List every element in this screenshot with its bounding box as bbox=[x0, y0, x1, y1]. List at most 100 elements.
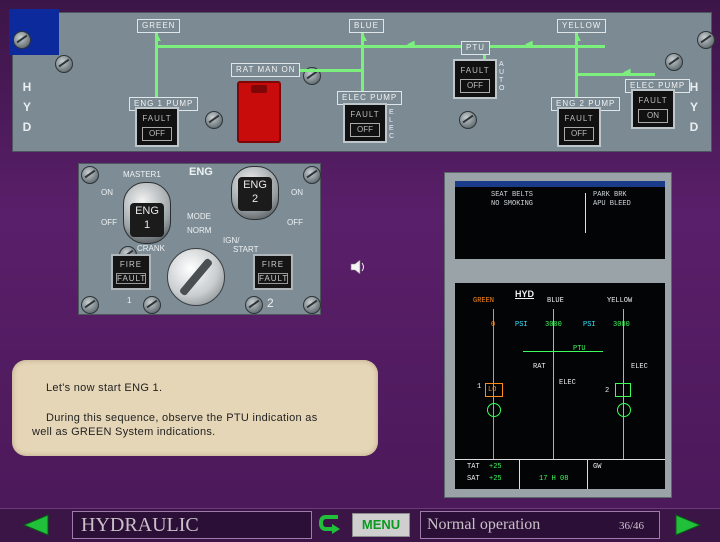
arrow-left-icon: ◀ bbox=[623, 67, 631, 78]
rat-man-on-guard-button[interactable] bbox=[237, 81, 281, 143]
return-arrow-icon bbox=[318, 515, 340, 534]
green-sys-name: GREEN bbox=[473, 297, 495, 305]
sat-label: SAT bbox=[467, 475, 480, 483]
speaker-icon[interactable] bbox=[350, 259, 366, 275]
arrow-up-icon: ▲ bbox=[153, 33, 163, 44]
next-page-button[interactable] bbox=[674, 513, 704, 537]
green-valve-icon bbox=[487, 403, 501, 417]
hyd-letter-h: H bbox=[22, 80, 32, 94]
knob-pointer bbox=[178, 257, 214, 297]
off-label: OFF bbox=[287, 218, 303, 227]
mode-label: MODE bbox=[187, 212, 211, 221]
ptu-button[interactable]: FAULT OFF bbox=[453, 59, 497, 99]
hyd-overhead-panel: H Y D H Y D ▲ ▲ ▲ ◀ ◀ ◀ ◀ GREEN BLUE YEL… bbox=[9, 9, 715, 152]
tat-value: +25 bbox=[489, 463, 502, 471]
blue-system-label: BLUE bbox=[349, 19, 384, 33]
status-divider bbox=[455, 459, 665, 460]
previous-page-button[interactable] bbox=[20, 513, 50, 537]
arrow-left-icon: ◀ bbox=[407, 39, 415, 50]
bottom-navigation-bar: HYDRAULIC MENU Normal operation 36/46 bbox=[0, 508, 720, 541]
fault-light: FAULT bbox=[116, 273, 147, 284]
on-label: ON bbox=[101, 188, 113, 197]
arrow-left-icon bbox=[22, 514, 49, 536]
rat-label: RAT bbox=[533, 363, 546, 371]
fault-light: FAULT bbox=[638, 96, 668, 105]
memo-apu-bleed: APU BLEED bbox=[593, 200, 631, 208]
time-value: 17 H 08 bbox=[539, 475, 569, 483]
off-light: OFF bbox=[460, 79, 490, 93]
upper-ecam-screen: SEAT BELTS NO SMOKING PARK BRK APU BLEED bbox=[455, 181, 665, 259]
elec-label: ELEC bbox=[389, 109, 395, 140]
eng2-pump-button[interactable]: FAULT OFF bbox=[557, 107, 601, 147]
eng2-number: 2 bbox=[267, 296, 274, 310]
blue-sys-name: BLUE bbox=[547, 297, 564, 305]
lower-ecam-screen: HYD GREEN BLUE YELLOW 0 PSI 3000 PSI 300… bbox=[455, 283, 665, 489]
elec-blue-label: ELEC bbox=[559, 379, 576, 387]
ptu-label: PTU bbox=[461, 41, 490, 55]
master2-switch-face: ENG 2 bbox=[238, 177, 272, 211]
arrow-right-icon bbox=[675, 514, 702, 536]
yellow-elec-line bbox=[575, 73, 655, 76]
menu-button[interactable]: MENU bbox=[352, 513, 410, 537]
status-divider bbox=[587, 459, 588, 489]
eng2-num: 2 bbox=[605, 387, 610, 395]
screen-glare bbox=[455, 181, 665, 187]
master1-switch[interactable]: ENG 1 bbox=[123, 182, 171, 244]
eng-master-panel: MASTER1 ENG ON OFF ON OFF ENG 1 ENG 2 MO… bbox=[78, 163, 321, 315]
auto-label: AUTO bbox=[499, 61, 505, 92]
screw-icon bbox=[245, 296, 263, 314]
screw-icon bbox=[81, 166, 99, 184]
eng1-label-line2: 1 bbox=[143, 219, 151, 231]
screw-icon bbox=[459, 111, 477, 129]
page-counter: 36/46 bbox=[619, 520, 645, 532]
on-light: ON bbox=[638, 109, 668, 123]
screw-icon bbox=[665, 53, 683, 71]
gw-label: GW bbox=[593, 463, 602, 471]
psi-unit: PSI bbox=[515, 321, 528, 329]
arrow-up-icon: ▲ bbox=[573, 33, 583, 44]
screw-icon bbox=[81, 296, 99, 314]
yellow-system-label: YELLOW bbox=[557, 19, 607, 33]
elec-pump-yellow-button[interactable]: FAULT ON bbox=[631, 89, 675, 129]
master1-switch-face: ENG 1 bbox=[130, 203, 164, 237]
fire-light: FIRE bbox=[261, 260, 285, 269]
mode-selector-knob[interactable] bbox=[167, 248, 225, 306]
memo-park-brk: PARK BRK bbox=[593, 191, 627, 199]
green-system-label: GREEN bbox=[137, 19, 181, 33]
master1-label: MASTER1 bbox=[123, 170, 161, 179]
ptu-label: PTU bbox=[573, 345, 586, 353]
instruction-text-box: Let's now start ENG 1. During this seque… bbox=[12, 360, 378, 456]
off-light: OFF bbox=[142, 127, 172, 141]
master2-switch[interactable]: ENG 2 bbox=[231, 166, 279, 220]
elec-yellow-label: ELEC bbox=[631, 363, 648, 371]
fault-light: FAULT bbox=[564, 114, 594, 123]
yellow-sys-name: YELLOW bbox=[607, 297, 633, 305]
screw-icon bbox=[303, 296, 321, 314]
elec-pump-blue-button[interactable]: FAULT OFF bbox=[343, 103, 387, 143]
hyd-letter-y: Y bbox=[689, 100, 698, 114]
screw-icon bbox=[205, 111, 223, 129]
yellow-pump-box bbox=[615, 383, 631, 397]
ign-label: IGN/ bbox=[223, 236, 240, 245]
screw-icon bbox=[55, 55, 73, 73]
arrow-left-icon: ◀ bbox=[525, 39, 533, 50]
rat-man-on-label: RAT MAN ON bbox=[231, 63, 301, 77]
yellow-psi-value: 3000 bbox=[613, 321, 630, 329]
yellow-valve-icon bbox=[617, 403, 631, 417]
fault-light: FAULT bbox=[460, 66, 490, 75]
eng1-pump-button[interactable]: FAULT OFF bbox=[135, 107, 179, 147]
hyd-letter-d: D bbox=[22, 120, 32, 134]
off-light: OFF bbox=[350, 123, 380, 137]
instruction-line-3: well as GREEN System indications. bbox=[32, 426, 216, 438]
memo-divider bbox=[585, 193, 586, 233]
start-label: START bbox=[233, 245, 259, 254]
ptu-flow-line bbox=[523, 351, 603, 352]
hyd-page-title: HYD bbox=[515, 289, 535, 299]
norm-label: NORM bbox=[187, 226, 212, 235]
hyd-letter-y: Y bbox=[22, 100, 31, 114]
tat-label: TAT bbox=[467, 463, 480, 471]
fault-light: FAULT bbox=[142, 114, 172, 123]
ptu-transfer-line bbox=[155, 45, 605, 48]
eng1-number: 1 bbox=[127, 296, 132, 305]
return-button[interactable] bbox=[318, 513, 346, 537]
